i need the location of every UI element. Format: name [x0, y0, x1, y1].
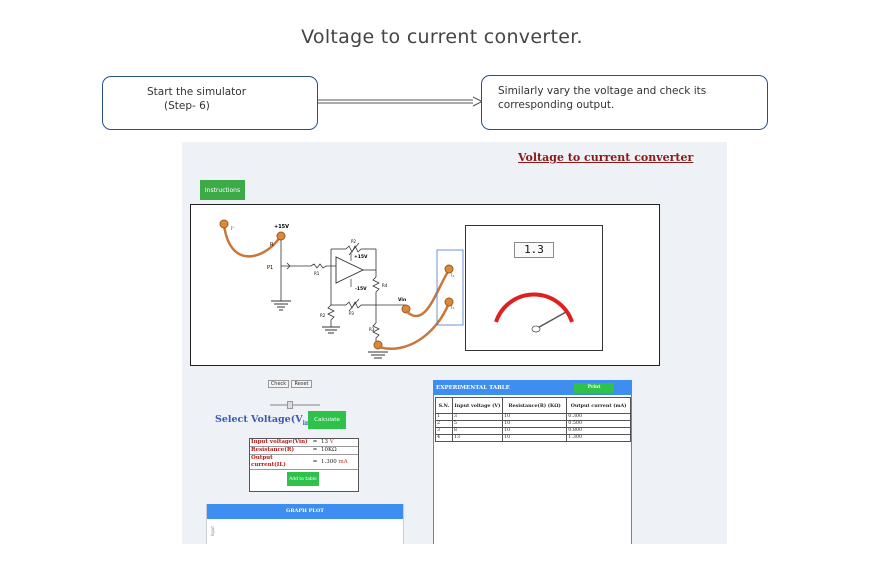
- callout-start-simulator: Start the simulator (Step- 6): [102, 76, 318, 130]
- voltage-slider[interactable]: [270, 401, 320, 409]
- results-box: Input voltage(Vin) = 13 V Resistance(R) …: [249, 438, 359, 492]
- svg-text:I₁: I₁: [451, 305, 454, 311]
- label-vcc-neg: -15V: [355, 286, 367, 292]
- connection-wire: [378, 302, 451, 350]
- label-r3: R3: [369, 327, 375, 332]
- result-value: 13 V: [320, 439, 358, 447]
- label-vcc-pos: +15V: [274, 224, 289, 230]
- label-r2: R2: [320, 313, 326, 318]
- experimental-table-panel: EXPERIMENTAL TABLE Print S.N. Input volt…: [433, 380, 632, 544]
- graph-axis-label: Input: [210, 526, 215, 537]
- label-vin: Vin: [398, 297, 406, 303]
- col-header: Input voltage (V): [451, 397, 504, 414]
- circuit-board: +15V R P1 R1 P2 +15V -15V R4 P3 R2 R3 Vi…: [190, 204, 660, 366]
- flow-arrow-icon: [318, 96, 484, 107]
- opamp-icon: [335, 256, 365, 284]
- table-row: 4 13 10 1.300: [435, 434, 631, 442]
- connection-wire: [405, 269, 451, 318]
- experimental-table: S.N. Input voltage (V) Resistance(R) (KΩ…: [435, 397, 631, 442]
- ground-icon: [368, 351, 388, 359]
- result-row: Resistance(R) = 10KΩ: [250, 446, 358, 455]
- result-value: 10KΩ: [320, 446, 358, 455]
- terminal-node: [219, 219, 229, 229]
- callout-right-line2: corresponding output.: [498, 99, 615, 111]
- result-row: Output current(IL) = 1.300 mA: [250, 454, 358, 470]
- ammeter: 1.3: [465, 225, 603, 351]
- terminal-node: [276, 231, 286, 241]
- reset-button[interactable]: Reset: [291, 380, 312, 388]
- check-button[interactable]: Check: [268, 380, 289, 388]
- callout-left-line1: Start the simulator: [147, 86, 247, 98]
- slider-track: [270, 404, 320, 406]
- slider-thumb[interactable]: [287, 401, 293, 409]
- label-r4: R4: [382, 283, 388, 288]
- result-label: Output current(IL): [250, 454, 310, 470]
- print-button[interactable]: Print: [574, 383, 614, 393]
- ground-icon: [271, 300, 291, 311]
- calculate-button[interactable]: Calculate: [308, 411, 346, 429]
- result-label: Resistance(R): [250, 446, 310, 455]
- label-p1: P1: [267, 265, 273, 271]
- col-header: Resistance(R) (KΩ): [502, 397, 568, 414]
- ground-icon: [322, 326, 340, 334]
- table-row: 3 8 10 0.800: [435, 427, 631, 435]
- result-label: Input voltage(Vin): [250, 439, 310, 447]
- col-header: S.N.: [435, 397, 453, 414]
- table-row: 2 5 10 0.500: [435, 420, 631, 428]
- label-r1: R1: [314, 271, 320, 276]
- result-value: 1.300 mA: [320, 454, 358, 470]
- label-p2: P2: [351, 239, 356, 244]
- graph-title: GRAPH PLOT: [207, 504, 403, 519]
- add-to-table-button[interactable]: Add to table: [287, 472, 319, 486]
- callout-vary-voltage: Similarly vary the voltage and check its…: [481, 75, 768, 130]
- table-row: 1 3 10 0.300: [435, 413, 631, 421]
- page-title: Voltage to current converter.: [301, 26, 583, 48]
- result-row: Input voltage(Vin) = 13 V: [250, 439, 358, 447]
- instructions-button[interactable]: Instructions: [200, 180, 245, 200]
- col-header: Output current (mA): [566, 397, 631, 414]
- label-vcc-pos-2: +15V: [354, 254, 368, 260]
- graph-panel: GRAPH PLOT Input: [206, 504, 404, 544]
- label-p3: P3: [349, 311, 354, 316]
- experimental-table-title: EXPERIMENTAL TABLE Print: [434, 381, 631, 395]
- svg-text:Iᴸ: Iᴸ: [231, 226, 234, 232]
- simulator-panel: Voltage to current converter Instruction…: [182, 142, 727, 544]
- svg-text:I₂: I₂: [451, 273, 454, 279]
- gauge-icon: [494, 292, 574, 333]
- callout-left-line2: (Step- 6): [164, 100, 210, 112]
- callout-right-line1: Similarly vary the voltage and check its: [498, 85, 707, 97]
- label-r: R: [270, 242, 274, 248]
- terminal-node: [444, 264, 454, 274]
- simulator-title: Voltage to current converter: [518, 151, 694, 164]
